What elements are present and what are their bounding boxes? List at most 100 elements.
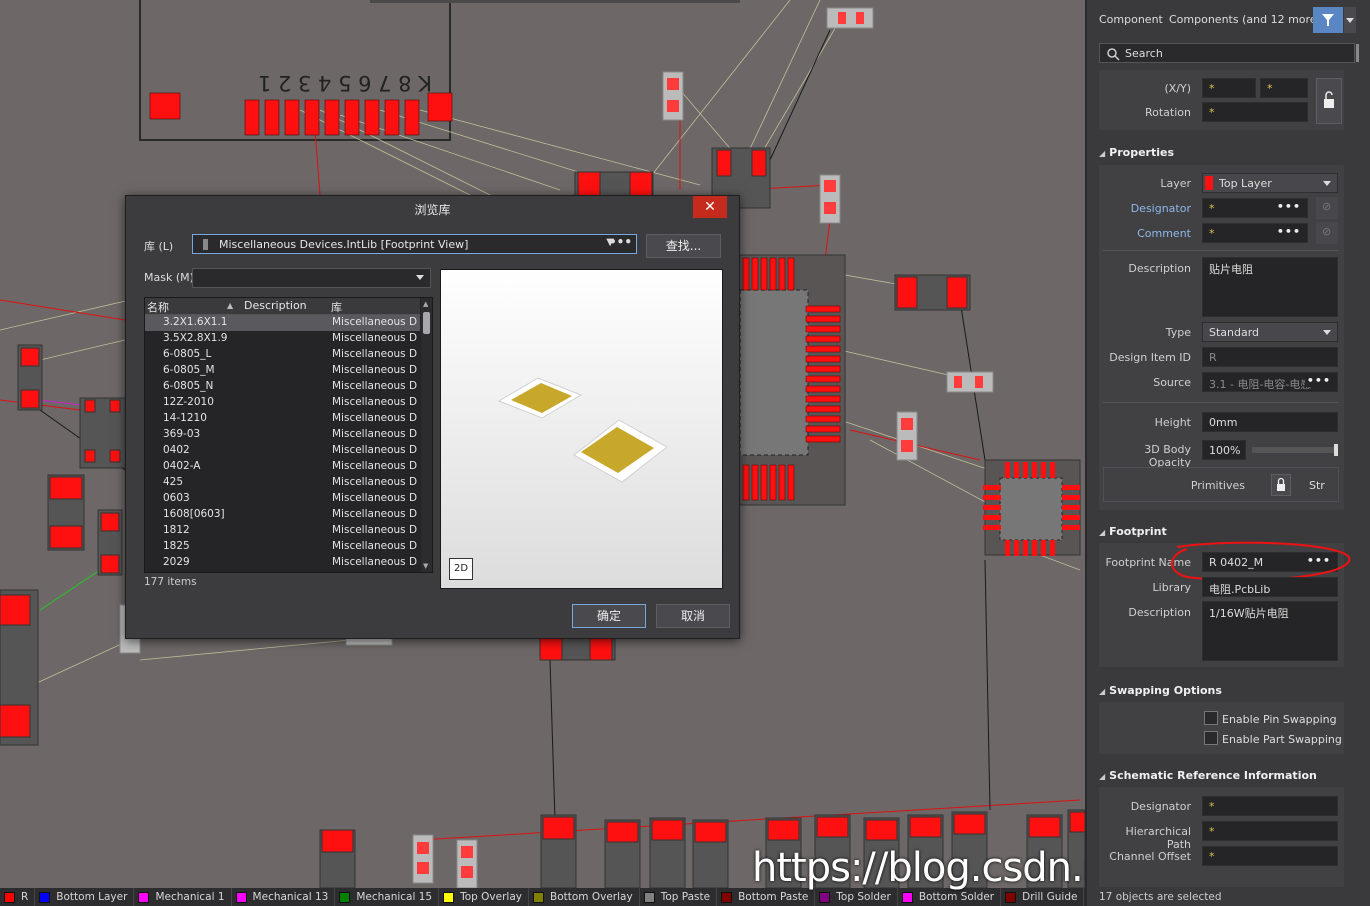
list-item[interactable]: 369-03 Miscellaneous D xyxy=(145,427,420,443)
mask-input[interactable] xyxy=(192,268,431,288)
schematic-section[interactable]: ◢ Schematic Reference Information xyxy=(1099,769,1317,782)
footprint-title: Footprint xyxy=(1109,525,1167,538)
list-item-name: 3.2X1.6X1.1 xyxy=(163,316,228,328)
layer-tab[interactable]: Top Paste xyxy=(640,888,718,906)
find-button[interactable]: 查找... xyxy=(646,234,721,258)
list-header: 名称 ▲ Description 库 xyxy=(145,298,420,315)
close-button[interactable]: ✕ xyxy=(693,196,727,218)
rotation-field[interactable]: * xyxy=(1202,102,1308,122)
opacity-slider[interactable] xyxy=(1252,444,1338,456)
sch-designator-field[interactable]: * xyxy=(1202,796,1338,816)
description-field[interactable]: 贴片电阻 xyxy=(1202,257,1338,317)
list-item[interactable]: 1608[0603] Miscellaneous D xyxy=(145,507,420,523)
properties-section[interactable]: ◢ Properties xyxy=(1099,146,1174,159)
footprint-description-field[interactable]: 1/16W贴片电阻 xyxy=(1202,601,1338,661)
primitives-lock-button[interactable] xyxy=(1271,474,1291,496)
view-2d-button[interactable]: 2D xyxy=(449,558,473,580)
layer-tab[interactable]: Top Overlay xyxy=(439,888,529,906)
more-icon[interactable]: ••• xyxy=(609,235,632,249)
column-library[interactable]: 库 xyxy=(331,299,342,315)
channel-offset-field[interactable]: * xyxy=(1202,846,1338,866)
pin-swapping-checkbox[interactable] xyxy=(1204,711,1218,725)
panel-scrollbar[interactable] xyxy=(1356,44,1359,62)
footprint-section[interactable]: ◢ Footprint xyxy=(1099,525,1167,538)
column-description[interactable]: Description xyxy=(244,299,307,312)
layer-tab[interactable]: Bottom Layer xyxy=(35,888,135,906)
list-item[interactable]: 2029 Miscellaneous D xyxy=(145,555,420,571)
designator-field[interactable]: * ••• xyxy=(1202,198,1308,218)
list-item-name: 425 xyxy=(163,476,184,488)
footprint-library-field[interactable]: 电阻.PcbLib xyxy=(1202,577,1338,597)
layer-tab-label: Top Paste xyxy=(660,891,711,903)
item-count: 177 items xyxy=(144,576,197,588)
chevron-down-icon xyxy=(1323,330,1331,335)
list-item[interactable]: 6-0805_L Miscellaneous D xyxy=(145,347,420,363)
hierarchical-path-field[interactable]: * xyxy=(1202,821,1338,841)
list-item[interactable]: 0402 Miscellaneous D xyxy=(145,443,420,459)
designator-visibility-button[interactable]: ⊘ xyxy=(1316,197,1338,219)
comment-visibility-button[interactable]: ⊘ xyxy=(1316,222,1338,244)
source-field[interactable]: 3.1 - 电阻-电容-电感 ••• xyxy=(1202,372,1338,392)
more-icon[interactable]: ••• xyxy=(1277,200,1301,213)
part-swapping-checkbox[interactable] xyxy=(1204,731,1218,745)
list-item[interactable]: 1825 Miscellaneous D xyxy=(145,539,420,555)
layer-tab[interactable]: Mechanical 15 xyxy=(335,888,440,906)
library-dropdown[interactable]: Miscellaneous Devices.IntLib [Footprint … xyxy=(192,234,637,254)
opacity-field[interactable]: 100% xyxy=(1202,440,1246,460)
scroll-thumb[interactable] xyxy=(423,312,430,334)
list-item[interactable]: 3.5X2.8X1.9 Miscellaneous D xyxy=(145,331,420,347)
swapping-section[interactable]: ◢ Swapping Options xyxy=(1099,684,1222,697)
layer-tab[interactable]: Bottom Overlay xyxy=(529,888,640,906)
list-item[interactable]: 425 Miscellaneous D xyxy=(145,475,420,491)
layer-tab-label: R xyxy=(21,891,29,903)
list-item[interactable]: 6-0805_N Miscellaneous D xyxy=(145,379,420,395)
scroll-up-icon[interactable]: ▲ xyxy=(423,300,428,308)
type-dropdown[interactable]: Standard xyxy=(1202,322,1338,342)
comment-field[interactable]: * ••• xyxy=(1202,223,1308,243)
more-icon[interactable]: ••• xyxy=(1304,374,1331,387)
pin-swapping-label: Enable Pin Swapping xyxy=(1222,713,1337,726)
ok-button[interactable]: 确定 xyxy=(572,604,646,628)
part-swapping-label: Enable Part Swapping xyxy=(1222,733,1342,746)
list-item[interactable]: 0603 Miscellaneous D xyxy=(145,491,420,507)
filter-dropdown[interactable] xyxy=(1344,7,1356,33)
footprint-preview[interactable]: 2D xyxy=(440,269,723,589)
height-field[interactable]: 0mm xyxy=(1202,412,1338,432)
eye-off-icon: ⊘ xyxy=(1322,225,1332,238)
layer-tab-label: Drill Guide xyxy=(1022,891,1078,903)
layer-dropdown[interactable]: Top Layer xyxy=(1202,173,1338,193)
list-item-library: Miscellaneous D xyxy=(332,508,418,520)
scroll-down-icon[interactable]: ▼ xyxy=(423,562,428,570)
designator-label: Designator xyxy=(1130,202,1191,215)
y-field[interactable]: * xyxy=(1260,78,1308,98)
x-field[interactable]: * xyxy=(1202,78,1256,98)
column-name[interactable]: 名称 xyxy=(147,299,169,315)
layer-color-swatch xyxy=(443,891,455,903)
search-input[interactable]: Search xyxy=(1099,43,1355,63)
list-item[interactable]: 1812 Miscellaneous D xyxy=(145,523,420,539)
list-item[interactable]: 14-1210 Miscellaneous D xyxy=(145,411,420,427)
layer-tab[interactable]: Mechanical 13 xyxy=(232,888,336,906)
list-item[interactable]: 3.2X1.6X1.1 Miscellaneous D xyxy=(145,315,420,331)
layer-color-swatch xyxy=(901,891,913,903)
more-icon[interactable]: ••• xyxy=(1277,225,1301,238)
height-label: Height xyxy=(1154,416,1191,429)
layer-tab[interactable]: R xyxy=(0,888,36,906)
list-item-name: 6-0805_N xyxy=(163,380,214,392)
panel-header-component: Component xyxy=(1099,13,1163,26)
list-item[interactable]: 12Z-2010 Miscellaneous D xyxy=(145,395,420,411)
list-item[interactable]: 6-0805_M Miscellaneous D xyxy=(145,363,420,379)
layer-tab[interactable]: Mechanical 1 xyxy=(134,888,232,906)
lock-button[interactable] xyxy=(1316,78,1342,124)
opacity-slider-knob[interactable] xyxy=(1334,444,1338,456)
layer-label: Layer xyxy=(1160,177,1191,190)
list-item-library: Miscellaneous D xyxy=(332,476,418,488)
list-scrollbar[interactable]: ▲ ▼ xyxy=(421,298,432,572)
list-item[interactable]: 0402-A Miscellaneous D xyxy=(145,459,420,475)
layer-tab-label: Bottom Overlay xyxy=(550,891,633,903)
filter-button[interactable] xyxy=(1313,7,1343,33)
list-item-library: Miscellaneous D xyxy=(332,540,418,552)
layer-color-swatch xyxy=(721,891,733,903)
cancel-button[interactable]: 取消 xyxy=(656,604,730,628)
footprint-list[interactable]: 名称 ▲ Description 库 3.2X1.6X1.1 Miscellane… xyxy=(144,297,433,573)
